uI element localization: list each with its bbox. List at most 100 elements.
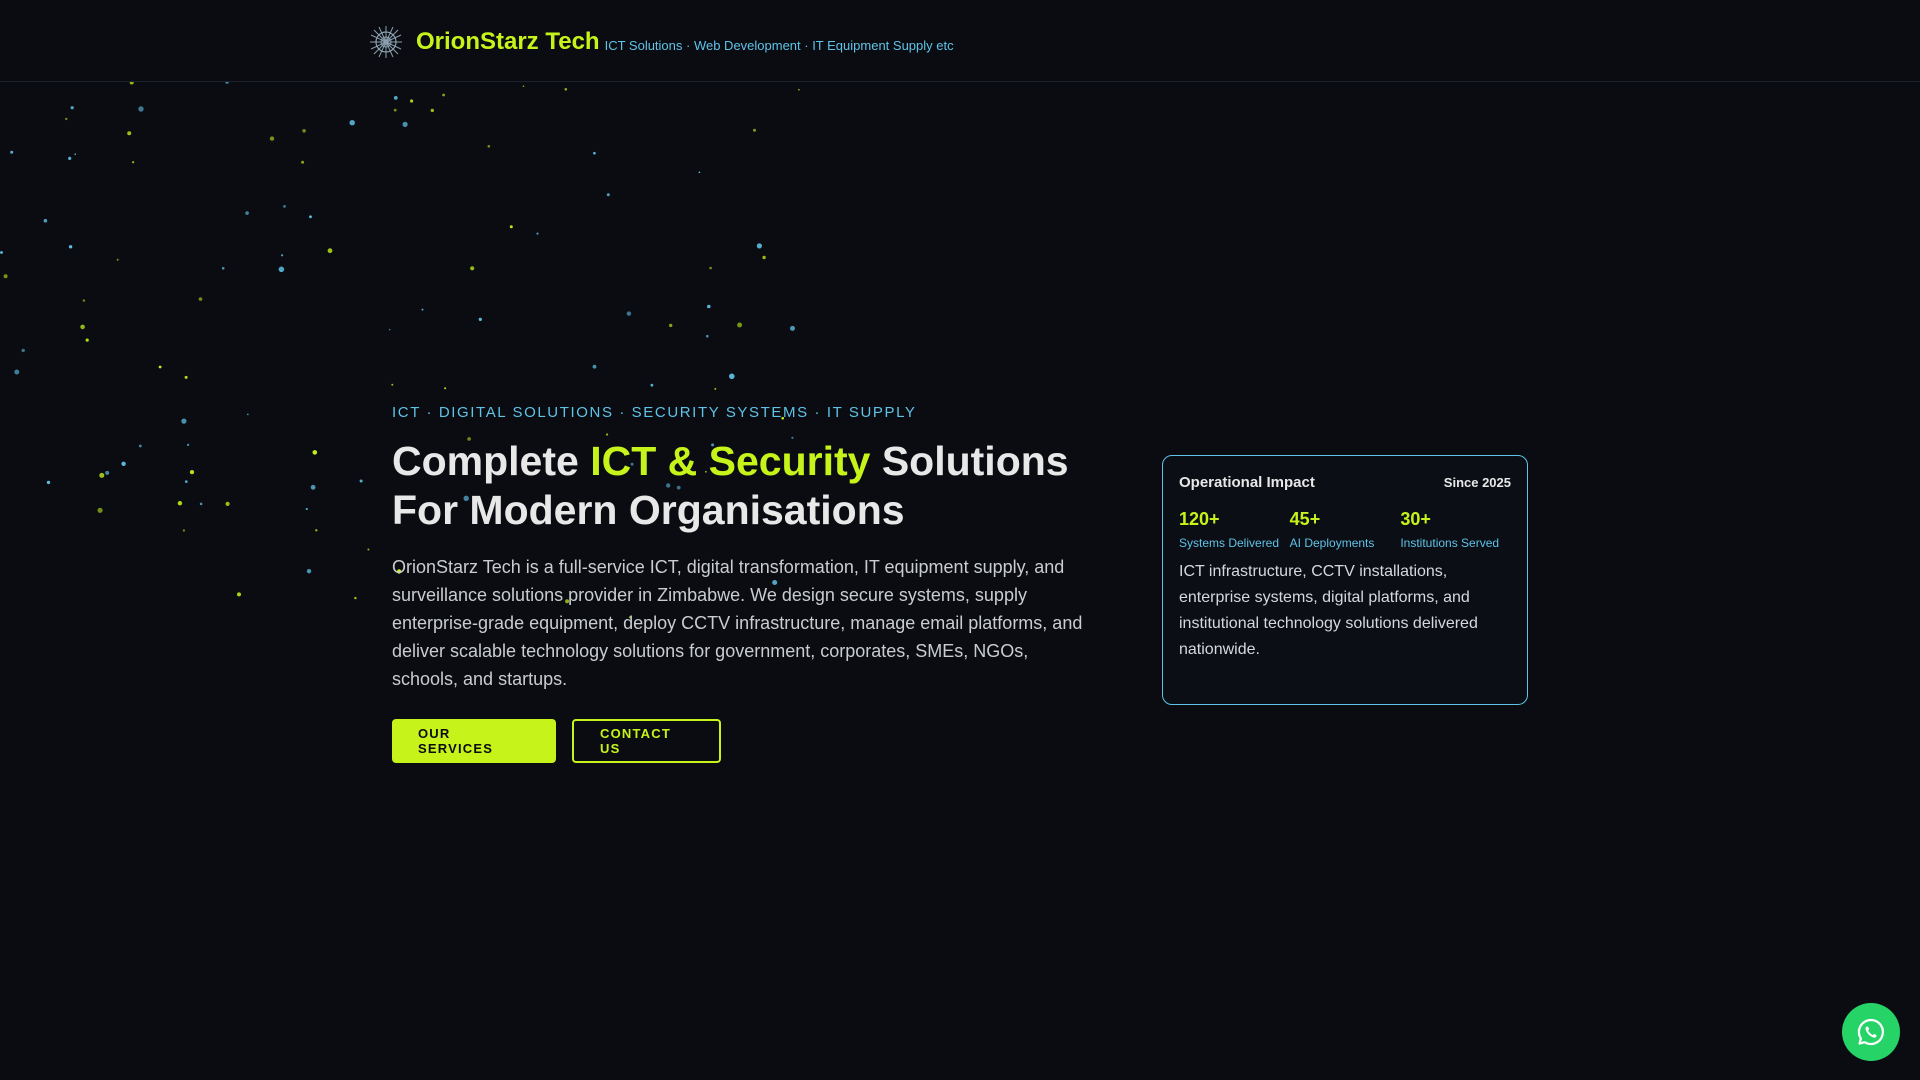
- particle-dot: [421, 308, 424, 311]
- particle-dot: [99, 472, 105, 478]
- particle-dot: [393, 96, 398, 100]
- card-description: ICT infrastructure, CCTV installations, …: [1179, 563, 1478, 658]
- particle-dot: [349, 120, 355, 126]
- particle-dot: [402, 121, 408, 127]
- particle-dot: [177, 501, 183, 506]
- particle-dot: [129, 82, 134, 85]
- headline-text: Complete: [392, 438, 591, 484]
- contact-us-button[interactable]: CONTACT US: [572, 719, 721, 763]
- stat-label: AI Deployments: [1289, 536, 1375, 550]
- particle-dot: [606, 193, 610, 197]
- particle-dot: [181, 418, 187, 424]
- particle-dot: [327, 248, 333, 254]
- particle-dot: [487, 145, 491, 148]
- whatsapp-chat-button[interactable]: [1842, 1003, 1900, 1061]
- particle-dot: [225, 501, 230, 506]
- particle-dot: [707, 304, 711, 309]
- particle-dot: [269, 136, 275, 141]
- stat-label: Systems Delivered: [1179, 536, 1280, 550]
- operational-impact-card: Operational Impact Since 2025 120+ Syste…: [1162, 455, 1528, 705]
- particle-dot: [68, 245, 73, 249]
- particle-dot: [354, 596, 357, 600]
- stat-systems: 120+ Systems Delivered: [1179, 509, 1290, 553]
- hero-actions: OUR SERVICES CONTACT US: [392, 719, 1112, 763]
- particle-dot: [430, 108, 434, 113]
- particle-dot: [10, 150, 14, 154]
- particle-dot: [306, 569, 312, 574]
- particle-dot: [70, 106, 74, 110]
- particle-dot: [121, 461, 126, 466]
- particle-dot: [410, 99, 414, 103]
- particle-dot: [790, 325, 795, 331]
- particle-dot: [127, 131, 132, 136]
- hero-eyebrow: ICT · DIGITAL SOLUTIONS · SECURITY SYSTE…: [392, 404, 917, 421]
- particle-dot: [626, 311, 632, 316]
- particle-dot: [478, 317, 482, 321]
- our-services-button[interactable]: OUR SERVICES: [392, 719, 556, 763]
- particle-dot: [14, 369, 20, 375]
- particle-dot: [237, 592, 241, 597]
- particle-dot: [737, 322, 743, 328]
- particle-dot: [283, 205, 286, 208]
- particle-dot: [85, 338, 89, 342]
- particle-dot: [509, 225, 513, 229]
- particle-dot: [68, 156, 72, 160]
- particle-dot: [189, 470, 195, 475]
- particle-dot: [281, 254, 284, 257]
- particle-dot: [105, 470, 110, 475]
- orion-star-logo-icon: [370, 26, 402, 58]
- stats-row: 120+ Systems Delivered 45+ AI Deployment…: [1179, 509, 1511, 553]
- particle-dot: [305, 507, 308, 511]
- particle-dot: [391, 383, 394, 386]
- hero-intro: OrionStarz Tech is a full-service ICT, d…: [392, 557, 1083, 689]
- particle-dot: [97, 507, 103, 513]
- particle-dot: [184, 375, 188, 379]
- particle-dot: [278, 266, 285, 273]
- particle-dot: [444, 387, 447, 390]
- particle-dot: [74, 153, 76, 155]
- particle-dot: [753, 128, 756, 132]
- particle-dot: [470, 266, 475, 271]
- stat-value: 30+: [1400, 509, 1431, 529]
- particle-dot: [650, 383, 654, 387]
- particle-dot: [182, 529, 185, 532]
- particle-dot: [310, 484, 316, 490]
- particle-dot: [762, 255, 766, 260]
- particle-dot: [798, 88, 800, 91]
- top-navigation-bar: OrionStarz Tech ICT Solutions · Web Deve…: [0, 0, 1920, 82]
- particle-dot: [46, 480, 51, 485]
- particle-dot: [80, 324, 85, 330]
- particle-dot: [564, 88, 568, 91]
- particle-dot: [132, 161, 135, 164]
- stat-institutions: 30+ Institutions Served: [1400, 509, 1511, 553]
- particle-dot: [198, 297, 203, 301]
- particle-dot: [184, 480, 188, 483]
- particle-dot: [21, 348, 25, 353]
- stat-ai: 45+ AI Deployments: [1290, 509, 1401, 553]
- particle-dot: [82, 299, 86, 302]
- particle-dot: [522, 85, 525, 87]
- particle-dot: [442, 93, 445, 97]
- particle-dot: [246, 413, 249, 416]
- hero-headline: Complete ICT & Security Solutions For Mo…: [392, 437, 1112, 535]
- particle-dot: [302, 129, 306, 133]
- particle-dot: [158, 365, 162, 369]
- particle-dot: [245, 211, 249, 215]
- particle-dot: [536, 232, 539, 235]
- brand[interactable]: OrionStarz Tech ICT Solutions · Web Deve…: [368, 22, 954, 62]
- particle-dot: [138, 106, 144, 112]
- particle-dot: [709, 266, 712, 270]
- particle-dot: [187, 443, 190, 446]
- particle-dot: [729, 373, 735, 380]
- stat-value: 45+: [1289, 509, 1321, 529]
- particle-dot: [388, 328, 391, 331]
- particle-dot: [756, 243, 763, 249]
- brand-name: OrionStarz Tech: [416, 28, 600, 55]
- particle-dot: [669, 323, 673, 328]
- particle-dot: [315, 529, 318, 532]
- particle-dot: [199, 502, 203, 506]
- particle-dot: [592, 364, 597, 369]
- card-header: Operational Impact Since 2025: [1179, 474, 1511, 491]
- particle-dot: [706, 334, 709, 338]
- headline-accent: ICT & Security: [590, 438, 871, 484]
